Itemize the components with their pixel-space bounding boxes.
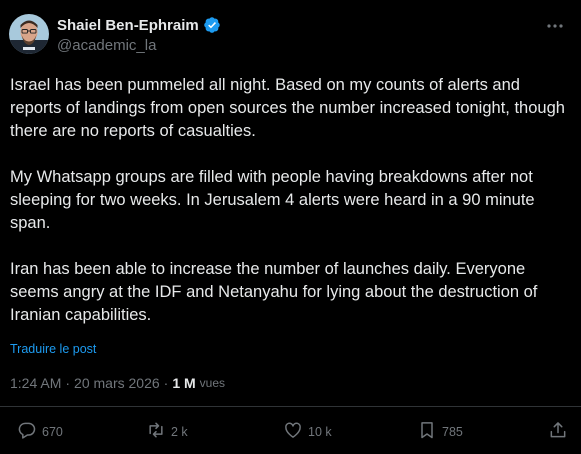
author-handle[interactable]: @academic_la [57, 37, 221, 57]
reply-icon [17, 420, 37, 443]
repost-icon [146, 420, 166, 443]
post-card: Shaiel Ben-Ephraim @academic_la Israel h… [0, 0, 581, 454]
post-paragraph: My Whatsapp groups are filled with peopl… [10, 168, 535, 232]
reply-button[interactable]: 670 [17, 420, 63, 443]
share-icon [548, 420, 568, 443]
post-paragraph: Israel has been pummeled all night. Base… [10, 76, 565, 140]
like-button[interactable]: 10 k [283, 420, 332, 443]
post-time[interactable]: 1:24 AM [10, 375, 61, 391]
display-name[interactable]: Shaiel Ben-Ephraim [57, 17, 199, 34]
bookmark-icon [417, 420, 437, 443]
action-bar: 670 2 k 10 k 785 [0, 420, 581, 450]
share-button[interactable] [548, 420, 568, 443]
translate-post-link[interactable]: Traduire le post [10, 342, 96, 356]
views-label: vues [199, 376, 226, 390]
post-date[interactable]: 20 mars 2026 [74, 375, 160, 391]
meta-separator: · [65, 375, 71, 391]
bookmark-count: 785 [442, 424, 463, 439]
post-paragraph: Iran has been able to increase the numbe… [10, 260, 538, 324]
divider [0, 406, 581, 407]
like-count: 10 k [308, 424, 332, 439]
name-row: Shaiel Ben-Ephraim [57, 15, 221, 35]
repost-button[interactable]: 2 k [146, 420, 188, 443]
avatar[interactable] [9, 14, 49, 54]
post-meta: 1:24 AM · 20 mars 2026 · 1 M vues [10, 375, 225, 391]
meta-separator: · [163, 375, 169, 391]
more-options-icon[interactable] [545, 16, 565, 36]
reply-count: 670 [42, 424, 63, 439]
verified-badge-icon[interactable] [203, 16, 221, 34]
bookmark-button[interactable]: 785 [417, 420, 463, 443]
post-text: Israel has been pummeled all night. Base… [10, 74, 570, 327]
views-count[interactable]: 1 M [172, 375, 195, 391]
author-info: Shaiel Ben-Ephraim @academic_la [57, 15, 221, 57]
heart-icon [283, 420, 303, 443]
repost-count: 2 k [171, 424, 188, 439]
